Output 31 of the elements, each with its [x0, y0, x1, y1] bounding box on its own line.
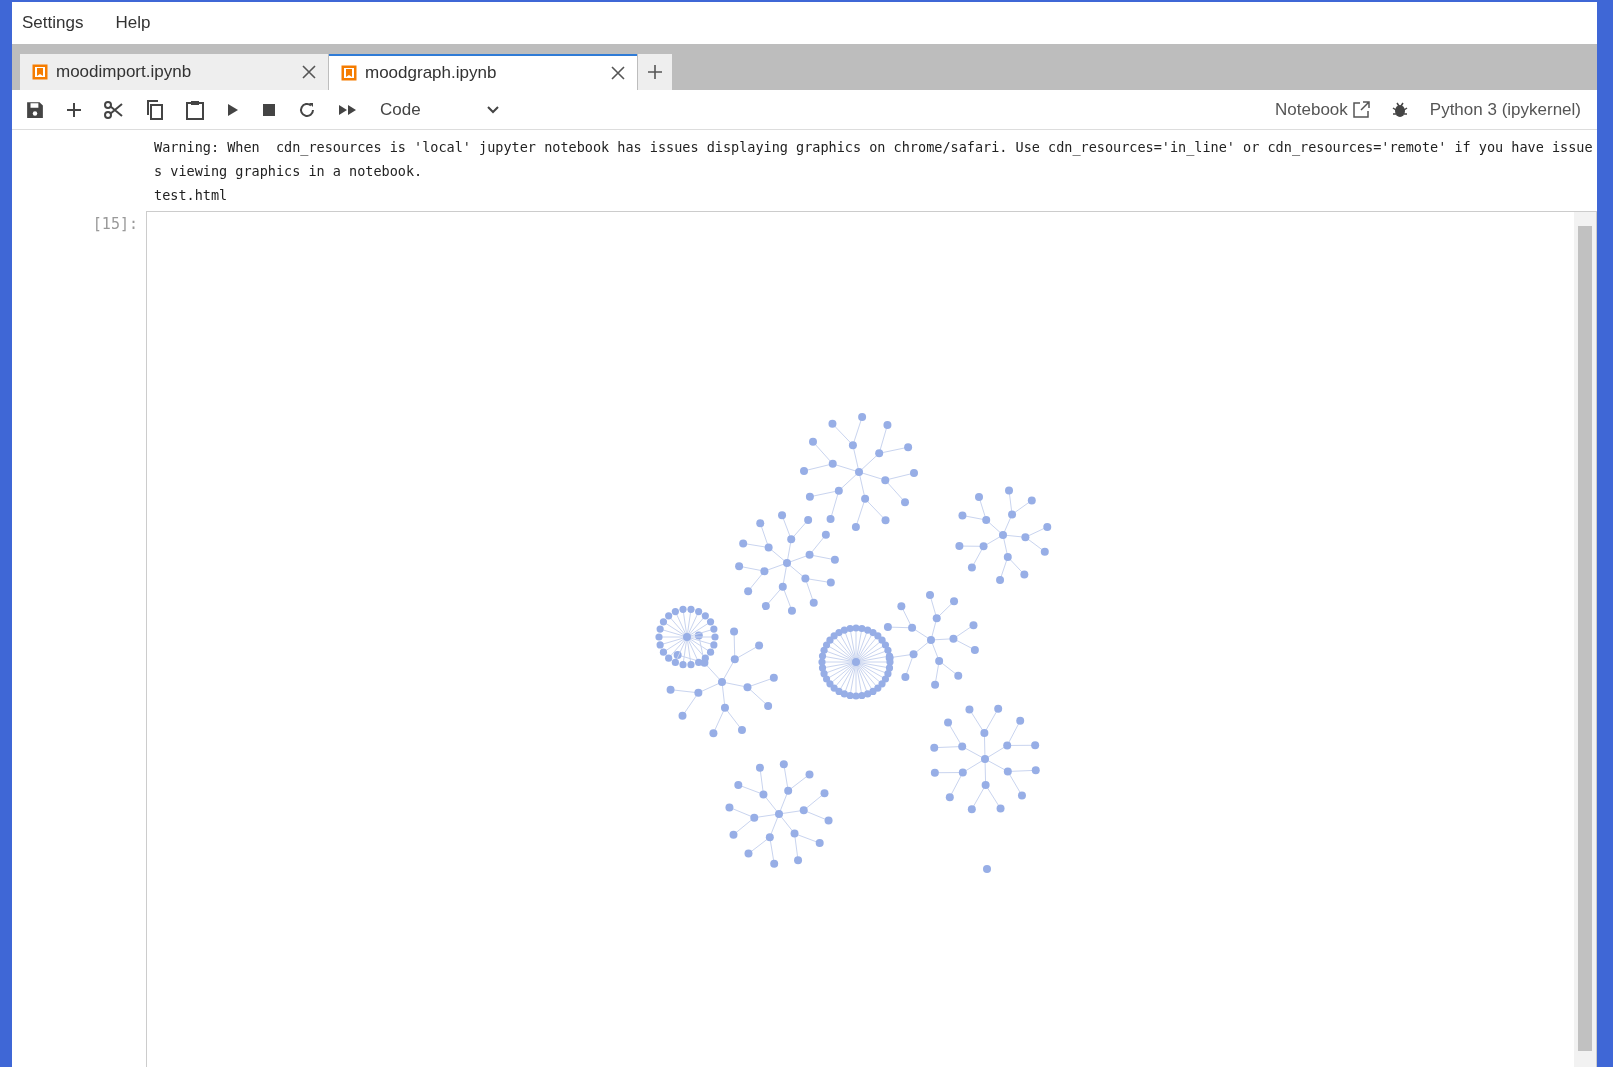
chevron-down-icon: [486, 104, 500, 115]
output-text: test.html: [154, 186, 229, 205]
plus-icon: [648, 65, 662, 79]
bug-icon[interactable]: [1391, 100, 1408, 119]
close-icon[interactable]: [611, 66, 625, 80]
clipboard-icon[interactable]: [186, 99, 204, 120]
fast-forward-icon[interactable]: [338, 102, 358, 117]
play-icon[interactable]: [226, 101, 240, 118]
tab-label: moodimport.ipynb: [56, 61, 193, 84]
refresh-icon[interactable]: [298, 100, 316, 119]
copy-icon[interactable]: [146, 99, 164, 120]
notebook-tab[interactable]: moodgraph.ipynb: [329, 54, 637, 90]
scrollbar[interactable]: [1574, 212, 1596, 1067]
scissors-icon[interactable]: [104, 100, 124, 119]
external-link-icon: [1351, 100, 1370, 119]
close-icon[interactable]: [302, 65, 316, 79]
cell-prompt: [15]:: [91, 214, 139, 235]
cell-type-dropdown[interactable]: Code: [380, 96, 500, 123]
menu-item[interactable]: Help: [111, 10, 155, 36]
new-tab-button[interactable]: [638, 54, 672, 90]
plus-icon[interactable]: [66, 101, 82, 118]
kernel-name[interactable]: Python 3 (ipykernel): [1429, 96, 1583, 123]
menu-item[interactable]: Settings: [18, 10, 88, 36]
open-notebook-link[interactable]: Notebook: [1275, 96, 1370, 123]
notebook-tab[interactable]: moodimport.ipynb: [20, 54, 328, 90]
warning-output: Warning: When cdn_resources is 'local' jupyter notebook has issues displaying graphics on chrome/safari. Use cdn_resources='in_line' or cdn_resources='remote' if you have issues viewing graphics in a notebook.: [154, 138, 1593, 181]
stop-icon[interactable]: [262, 102, 276, 117]
save-icon[interactable]: [26, 100, 44, 119]
notebook-icon: [32, 64, 48, 80]
notebook-icon: [341, 65, 357, 81]
tab-label: moodgraph.ipynb: [365, 62, 498, 85]
